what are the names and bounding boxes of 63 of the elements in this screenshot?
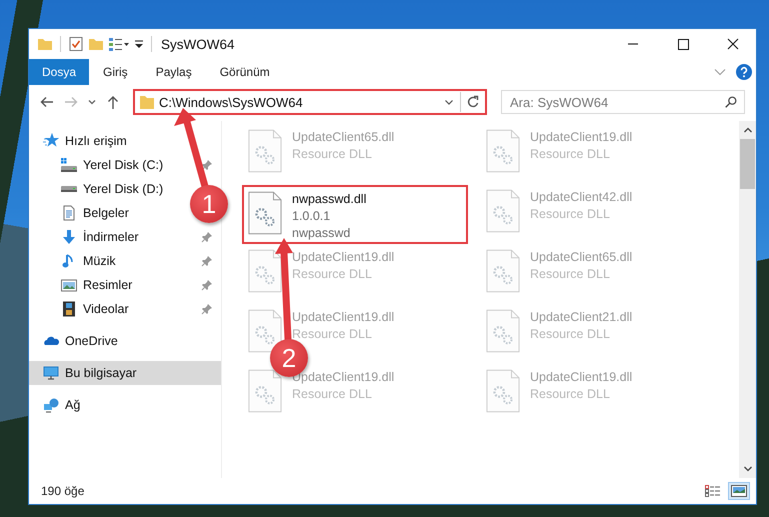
item-count: 190 öğe (41, 484, 84, 498)
download-icon (61, 229, 77, 245)
ribbon-tab[interactable]: Paylaş (142, 59, 206, 85)
file-name[interactable]: nwpasswd.dll (292, 191, 366, 208)
file-detail: Resource DLL (292, 266, 373, 283)
address-bar[interactable]: C:\Windows\SysWOW64 (133, 89, 487, 115)
star-icon (43, 133, 59, 149)
drive-icon (61, 186, 77, 192)
nav-item[interactable]: Videolar (83, 302, 129, 316)
nav-item[interactable]: Müzik (83, 254, 116, 268)
nav-item[interactable]: Hızlı erişim (65, 134, 127, 148)
selected-nav-item[interactable]: Bu bilgisayar (29, 361, 221, 385)
windrive-icon (61, 157, 77, 173)
nav-item[interactable]: Resimler (83, 278, 132, 292)
gear-document-icon[interactable] (248, 309, 282, 353)
scrollbar-thumb[interactable] (740, 139, 755, 189)
large-icons-view-button[interactable] (728, 482, 750, 500)
document-icon (61, 205, 77, 221)
network-icon (43, 397, 59, 413)
chevron-down-icon[interactable] (714, 68, 726, 76)
file-detail: Resource DLL (530, 326, 611, 343)
help-icon[interactable] (736, 64, 752, 80)
ribbon-tab[interactable]: Görünüm (206, 59, 284, 85)
pictures-icon (61, 277, 77, 293)
search-icon[interactable] (724, 95, 738, 109)
file-detail: Resource DLL (530, 386, 611, 403)
nav-item[interactable]: Ağ (65, 398, 80, 412)
dropdown-caret-icon[interactable] (444, 97, 454, 107)
nav-item[interactable]: Yerel Disk (C:) (83, 158, 164, 172)
video-icon (61, 301, 77, 317)
refresh-icon[interactable] (465, 94, 481, 110)
file-detail: Resource DLL (292, 146, 373, 163)
computer-icon (43, 365, 59, 381)
view-dropdown-icon[interactable] (108, 36, 130, 52)
pin-icon[interactable] (201, 279, 213, 291)
folder-icon (139, 94, 155, 110)
ribbon-tab[interactable]: Dosya (29, 59, 90, 85)
ribbon-tab[interactable]: Giriş (89, 59, 142, 85)
gear-document-icon[interactable] (248, 191, 282, 235)
recent-dropdown-icon[interactable] (87, 97, 97, 107)
file-detail: Resource DLL (530, 266, 611, 283)
pin-icon[interactable] (201, 231, 213, 243)
highlighted-file-tile[interactable]: nwpasswd.dll 1.0.0.1 nwpasswd (242, 185, 468, 244)
scrollbar[interactable] (739, 121, 756, 478)
file-detail: nwpasswd (292, 225, 352, 242)
window-title: SysWOW64 (161, 36, 235, 52)
pin-icon[interactable] (201, 303, 213, 315)
scroll-down-icon[interactable] (742, 465, 752, 473)
file-detail: Resource DLL (530, 206, 611, 223)
pin-icon[interactable] (201, 159, 213, 171)
nav-item[interactable]: OneDrive (65, 334, 118, 348)
file-detail: 1.0.0.1 (292, 208, 332, 225)
scroll-up-icon[interactable] (742, 126, 752, 134)
nav-item[interactable]: İndirmeler (83, 230, 139, 244)
nav-item[interactable]: Yerel Disk (D:) (83, 182, 164, 196)
checklist-icon[interactable] (68, 36, 84, 52)
gear-document-icon[interactable] (248, 369, 282, 413)
pin-icon[interactable] (201, 255, 213, 267)
gear-document-icon[interactable] (248, 249, 282, 293)
search-field[interactable]: Ara: SysWOW64 (501, 90, 745, 114)
file-detail: Resource DLL (530, 146, 611, 163)
file-detail: Resource DLL (292, 386, 373, 403)
nav-item[interactable]: Belgeler (83, 206, 129, 220)
